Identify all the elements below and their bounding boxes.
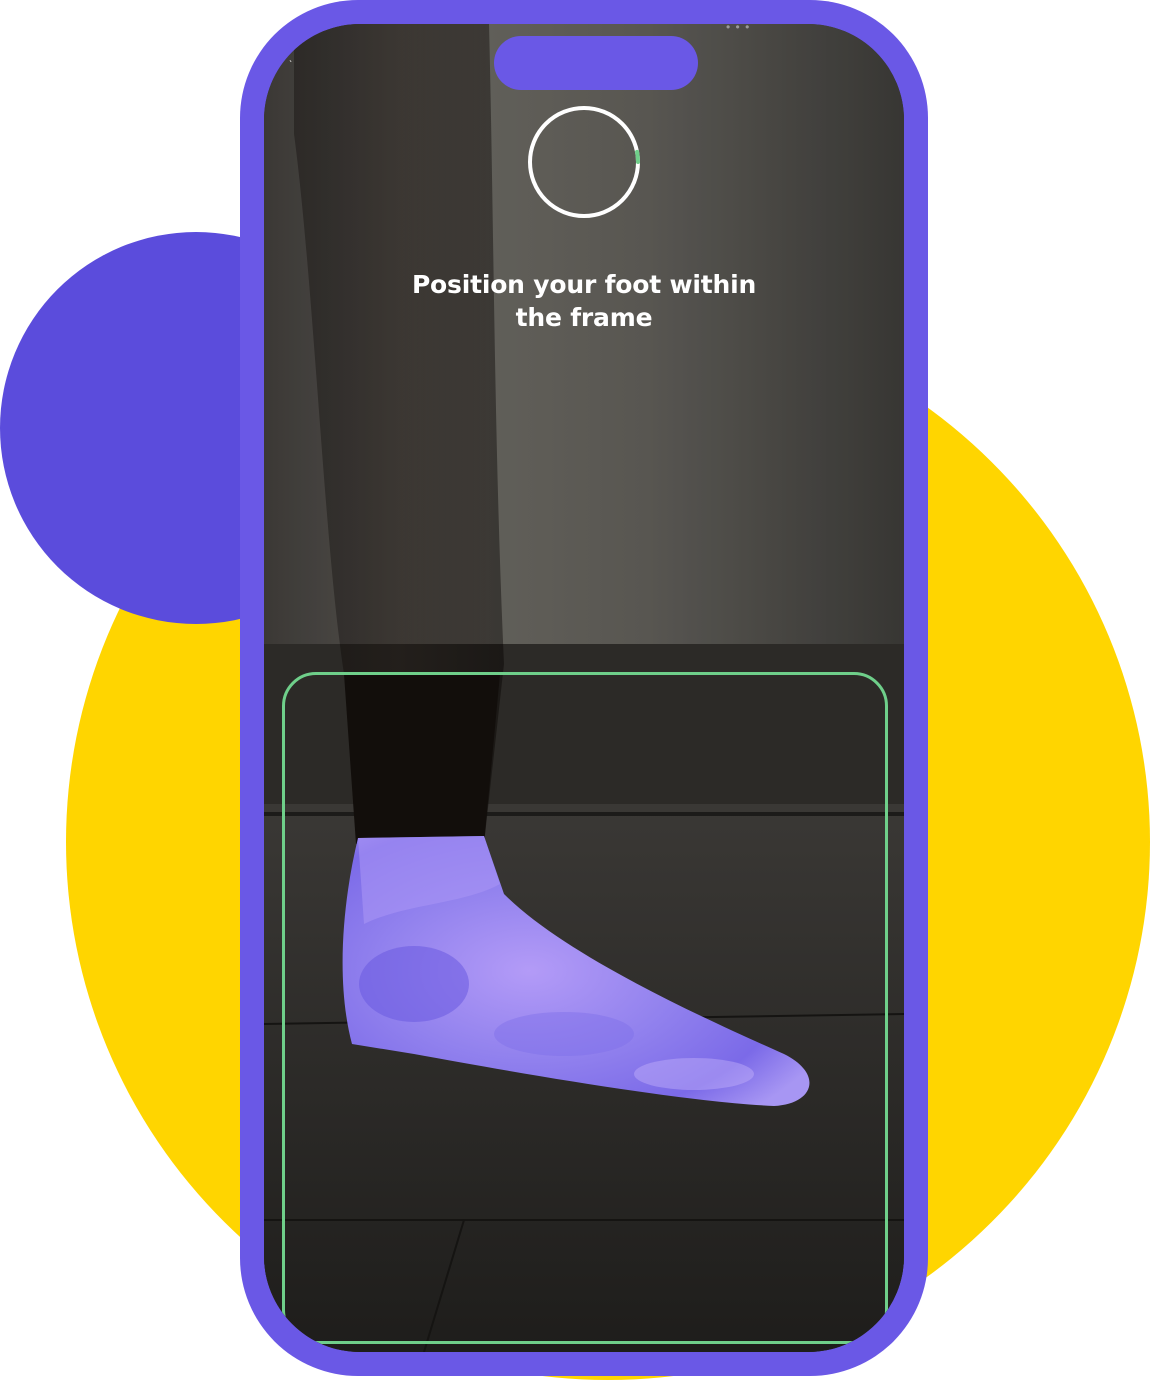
instruction-line-2: the frame <box>515 303 653 332</box>
dynamic-island <box>494 36 698 90</box>
back-tick-icon: ˋ <box>289 60 293 71</box>
progress-track <box>528 106 640 218</box>
progress-arc <box>528 106 640 218</box>
camera-screen: ˋ • • • Position your foot within the fr… <box>264 24 904 1352</box>
foot-scan-frame <box>282 672 888 1344</box>
signal-dots-icon: • • • <box>726 24 751 34</box>
scan-progress-ring <box>528 106 640 218</box>
instruction-text: Position your foot within the frame <box>384 268 784 334</box>
instruction-line-1: Position your foot within <box>411 270 757 299</box>
